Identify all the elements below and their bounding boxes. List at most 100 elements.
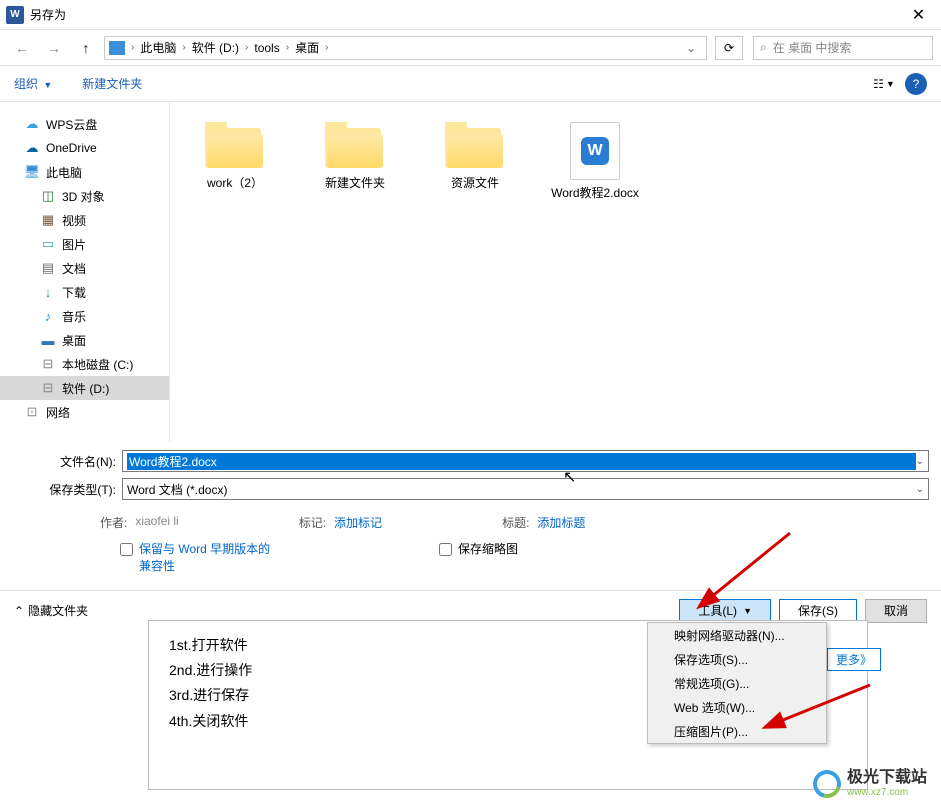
view-button[interactable]: ☷ ▼ [873, 73, 895, 95]
breadcrumb-dropdown[interactable]: ⌄ [680, 41, 702, 55]
tools-menu-item[interactable]: 压缩图片(P)... [648, 719, 826, 743]
sidebar-label: 文档 [62, 260, 86, 277]
word-app-icon: W [6, 6, 24, 24]
title-value[interactable]: 添加标题 [537, 514, 585, 531]
sidebar-label: OneDrive [46, 141, 97, 155]
organize-button[interactable]: 组织 ▼ [14, 75, 52, 92]
sidebar-icon: ▬ [40, 332, 56, 348]
chevron-right-icon: › [284, 42, 291, 53]
chevron-down-icon[interactable]: ⌄ [916, 484, 924, 495]
cancel-button[interactable]: 取消 [865, 599, 927, 623]
file-item[interactable]: work（2） [190, 122, 280, 192]
sidebar-label: 桌面 [62, 332, 86, 349]
sidebar-icon: ▤ [40, 260, 56, 276]
search-input[interactable]: ⌕ 在 桌面 中搜索 [753, 36, 933, 60]
sidebar-item[interactable]: ▦视频 [0, 208, 169, 232]
sidebar-item[interactable]: ⊡ 网络 [0, 400, 169, 424]
sidebar-item[interactable]: ♪ 音乐 [0, 304, 169, 328]
filename-label: 文件名(N): [12, 453, 122, 470]
word-doc-icon: W [570, 122, 620, 180]
tag-value[interactable]: 添加标记 [334, 514, 382, 531]
chevron-down-icon[interactable]: ⌄ [916, 456, 924, 467]
refresh-button[interactable]: ⟳ [715, 36, 743, 60]
chevron-right-icon: › [129, 42, 136, 53]
chevron-up-icon: ⌃ [14, 604, 24, 618]
more-button[interactable]: 更多》 [827, 648, 881, 671]
compat-label: 保留与 Word 早期版本的兼容性 [139, 541, 279, 575]
sidebar-item[interactable]: ☁ WPS云盘 [0, 112, 169, 136]
chevron-down-icon: ▼ [43, 80, 52, 90]
tools-button[interactable]: 工具(L)▼ [679, 599, 771, 623]
chevron-right-icon: › [323, 42, 330, 53]
sidebar-icon: ↓ [40, 284, 56, 300]
sidebar-item[interactable]: ⊟本地磁盘 (C:) [0, 352, 169, 376]
file-label: 资源文件 [451, 176, 499, 192]
nav-bar: ← → ↑ › 此电脑 › 软件 (D:) › tools › 桌面 › ⌄ ⟳… [0, 30, 941, 66]
logo-name: 极光下载站 [847, 769, 927, 787]
back-button[interactable]: ← [8, 35, 36, 61]
titlebar: W 另存为 ✕ [0, 0, 941, 30]
options-row: 保留与 Word 早期版本的兼容性 保存缩略图 [0, 531, 941, 575]
tools-menu-item[interactable]: 映射网络驱动器(N)... [648, 623, 826, 647]
chevron-down-icon: ▼ [743, 606, 752, 616]
sidebar-item[interactable]: ⊟软件 (D:) [0, 376, 169, 400]
help-icon[interactable]: ? [905, 73, 927, 95]
sidebar-label: 网络 [46, 404, 70, 421]
filename-input[interactable]: Word教程2.docx ⌄ [122, 450, 929, 472]
hide-folders-button[interactable]: ⌃ 隐藏文件夹 [14, 602, 88, 619]
crumb[interactable]: 桌面 [291, 39, 323, 56]
sidebar-label: WPS云盘 [46, 116, 97, 133]
sidebar-icon: 🖥 [24, 164, 40, 180]
meta-row: 作者:xiaofei li 标记:添加标记 标题:添加标题 [0, 510, 941, 531]
file-item[interactable]: 资源文件 [430, 122, 520, 192]
sidebar-item[interactable]: ◫3D 对象 [0, 184, 169, 208]
sidebar-icon: ▭ [40, 236, 56, 252]
crumb[interactable]: 软件 (D:) [188, 39, 243, 56]
chevron-right-icon: › [243, 42, 250, 53]
sidebar-icon: ◫ [40, 188, 56, 204]
filetype-select[interactable]: Word 文档 (*.docx) ⌄ [122, 478, 929, 500]
file-label: work（2） [207, 176, 263, 192]
sidebar-item[interactable]: ▤ 文档 [0, 256, 169, 280]
thumbnail-checkbox[interactable] [439, 543, 452, 556]
breadcrumb[interactable]: › 此电脑 › 软件 (D:) › tools › 桌面 › ⌄ [104, 36, 707, 60]
sidebar-item[interactable]: ↓ 下载 [0, 280, 169, 304]
tools-menu-item[interactable]: 常规选项(G)... [648, 671, 826, 695]
thumbnail-label: 保存缩略图 [458, 541, 518, 558]
save-button[interactable]: 保存(S) [779, 599, 857, 623]
file-label: Word教程2.docx [551, 186, 639, 202]
cursor-icon: ↖ [563, 467, 576, 487]
sidebar-item[interactable]: ☁OneDrive [0, 136, 169, 160]
title-label: 标题: [502, 514, 529, 531]
sidebar: ☁ WPS云盘 ☁OneDrive 🖥 此电脑 ◫3D 对象▦视频▭图片 ▤ 文档 ↓ 下载 ♪ 音乐… [0, 102, 170, 442]
logo-url: www.xz7.com [847, 787, 927, 798]
tools-menu-item[interactable]: 保存选项(S)... [648, 647, 826, 671]
folder-view: work（2） 新建文件夹 资源文件 W Word教程2.docx [170, 102, 941, 442]
sidebar-label: 软件 (D:) [62, 380, 109, 397]
crumb[interactable]: tools [250, 41, 283, 55]
body: ☁ WPS云盘 ☁OneDrive 🖥 此电脑 ◫3D 对象▦视频▭图片 ▤ 文档 ↓ 下载 ♪ 音乐… [0, 102, 941, 442]
crumb[interactable]: 此电脑 [136, 39, 180, 56]
compat-checkbox[interactable] [120, 543, 133, 556]
sidebar-label: 视频 [62, 212, 86, 229]
tools-menu-item[interactable]: Web 选项(W)... [648, 695, 826, 719]
file-item[interactable]: 新建文件夹 [310, 122, 400, 192]
new-folder-button[interactable]: 新建文件夹 [82, 75, 142, 92]
folder-icon [325, 122, 385, 170]
sidebar-label: 下载 [62, 284, 86, 301]
sidebar-icon: ⊡ [24, 404, 40, 420]
sidebar-item[interactable]: ▭图片 [0, 232, 169, 256]
sidebar-item[interactable]: 🖥 此电脑 [0, 160, 169, 184]
sidebar-label: 本地磁盘 (C:) [62, 356, 133, 373]
sidebar-icon: ☁ [24, 116, 40, 132]
up-button[interactable]: ↑ [72, 35, 100, 61]
sidebar-icon: ♪ [40, 308, 56, 324]
sidebar-label: 音乐 [62, 308, 86, 325]
sidebar-label: 此电脑 [46, 164, 82, 181]
file-label: 新建文件夹 [325, 176, 385, 192]
close-button[interactable]: ✕ [896, 0, 941, 30]
author-value[interactable]: xiaofei li [135, 514, 178, 531]
file-item[interactable]: W Word教程2.docx [550, 122, 640, 202]
sidebar-item[interactable]: ▬ 桌面 [0, 328, 169, 352]
forward-button[interactable]: → [40, 35, 68, 61]
